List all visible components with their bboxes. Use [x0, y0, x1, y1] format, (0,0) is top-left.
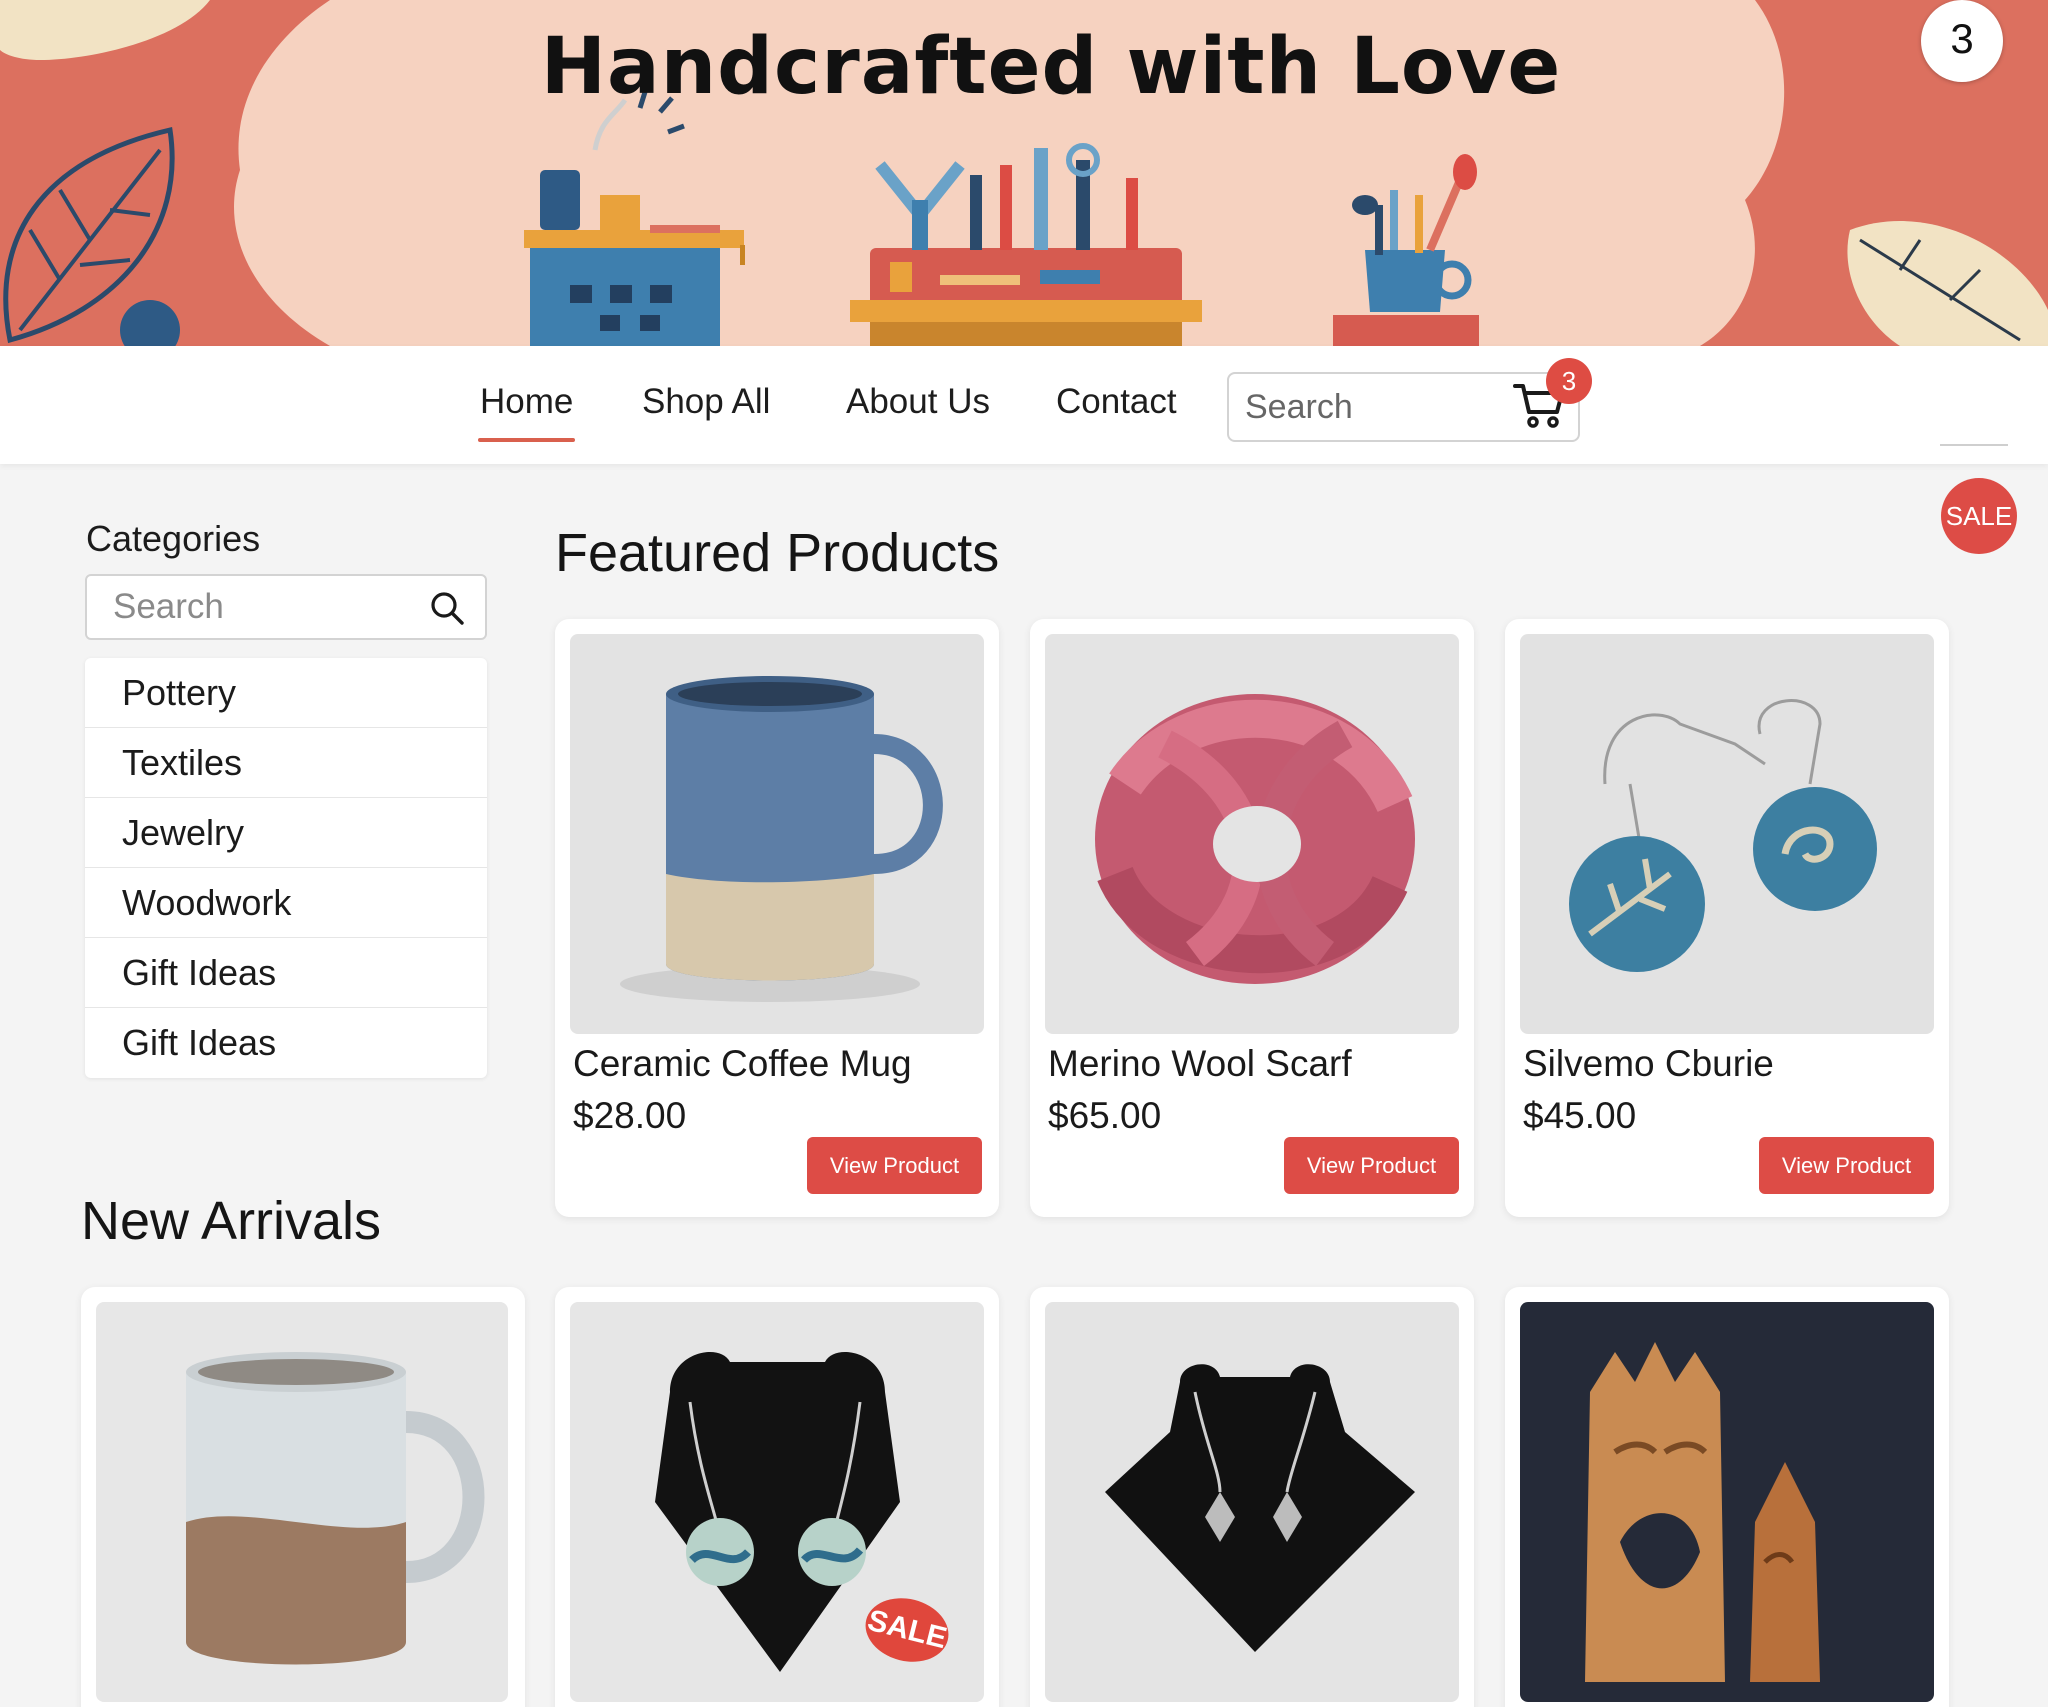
- product-card[interactable]: Ceramic Coffee Mug $28.00 View Product: [555, 619, 999, 1217]
- new-arrivals-heading: New Arrivals: [81, 1191, 382, 1251]
- cart-count-badge: 3: [1546, 358, 1592, 404]
- product-card[interactable]: Silvemo Cburie $45.00 View Product: [1505, 619, 1949, 1217]
- silver-leaf-necklace-image[interactable]: [1045, 1302, 1459, 1702]
- header-search-input[interactable]: [1245, 384, 1475, 430]
- category-search-box: [85, 574, 487, 640]
- product-price: $65.00: [1048, 1095, 1162, 1136]
- arrival-card[interactable]: [81, 1287, 525, 1707]
- navbar-divider: [1940, 444, 2008, 446]
- main-navbar: Home Shop All About Us Contact: [0, 346, 2048, 464]
- category-item-gift-ideas-2[interactable]: Gift Ideas: [85, 1008, 487, 1078]
- pink-knit-scarf-image[interactable]: [1045, 634, 1459, 1034]
- nav-home[interactable]: Home: [477, 382, 576, 442]
- carved-wood-figures-image[interactable]: [1520, 1302, 1934, 1702]
- speckled-stoneware-mug-image[interactable]: [96, 1302, 508, 1702]
- hero-banner: Handcrafted with Love: [0, 0, 2048, 346]
- product-price: $28.00: [573, 1095, 687, 1136]
- category-item-pottery[interactable]: Pottery: [85, 658, 487, 728]
- category-item-jewelry[interactable]: Jewelry: [85, 798, 487, 868]
- category-list: Pottery Textiles Jewelry Woodwork Gift I…: [85, 658, 487, 1078]
- product-name[interactable]: Silvemo Cburie: [1523, 1043, 1774, 1085]
- product-card[interactable]: Merino Wool Scarf $65.00 View Product: [1030, 619, 1474, 1217]
- category-item-gift-ideas[interactable]: Gift Ideas: [85, 938, 487, 1008]
- category-item-woodwork[interactable]: Woodwork: [85, 868, 487, 938]
- product-name[interactable]: Ceramic Coffee Mug: [573, 1043, 912, 1085]
- arrival-card[interactable]: SALE: [555, 1287, 999, 1707]
- category-search-input[interactable]: [113, 584, 413, 630]
- nav-shop-all[interactable]: Shop All: [642, 382, 770, 422]
- blue-ceramic-mug-image[interactable]: [570, 634, 984, 1034]
- arrival-card[interactable]: [1030, 1287, 1474, 1707]
- notification-badge[interactable]: 3: [1921, 0, 2003, 82]
- categories-heading: Categories: [86, 518, 261, 559]
- arrival-card[interactable]: [1505, 1287, 1949, 1707]
- view-product-button[interactable]: View Product: [1284, 1137, 1459, 1194]
- blue-enamel-earrings-image[interactable]: [1520, 634, 1934, 1034]
- sale-badge[interactable]: SALE: [1941, 478, 2017, 554]
- search-icon[interactable]: [429, 590, 465, 626]
- product-name[interactable]: Merino Wool Scarf: [1048, 1043, 1352, 1085]
- product-price: $45.00: [1523, 1095, 1637, 1136]
- nav-about-us[interactable]: About Us: [846, 382, 990, 422]
- featured-products-heading: Featured Products: [555, 523, 1000, 583]
- view-product-button[interactable]: View Product: [1759, 1137, 1934, 1194]
- view-product-button[interactable]: View Product: [807, 1137, 982, 1194]
- hero-title: Handcrafted with Love: [540, 22, 1562, 112]
- category-item-textiles[interactable]: Textiles: [85, 728, 487, 798]
- nav-contact[interactable]: Contact: [1056, 382, 1177, 422]
